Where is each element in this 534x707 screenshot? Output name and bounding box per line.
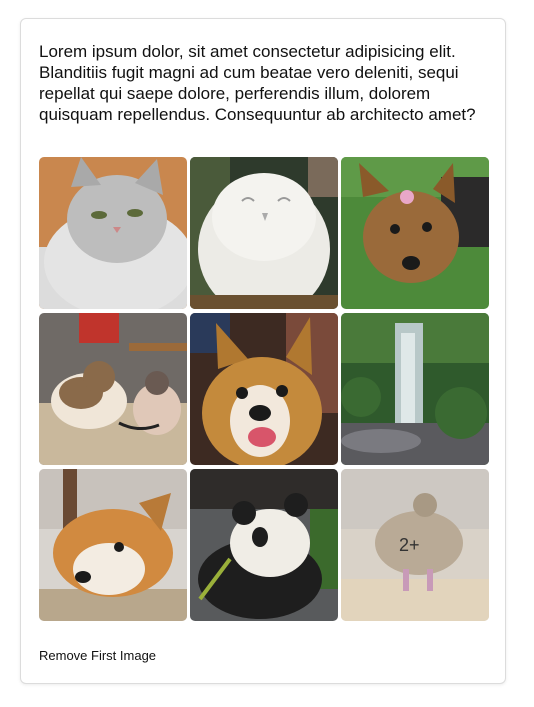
- image-duck[interactable]: 2+: [341, 469, 489, 621]
- image-yorkie[interactable]: [341, 157, 489, 309]
- image-gray-cat[interactable]: [39, 157, 187, 309]
- image-corgi-lying[interactable]: [39, 469, 187, 621]
- image-waterfall[interactable]: [341, 313, 489, 465]
- remove-first-image-button[interactable]: Remove First Image: [39, 648, 156, 663]
- image-white-owl[interactable]: [190, 157, 338, 309]
- image-two-cats[interactable]: [39, 313, 187, 465]
- image-panda[interactable]: [190, 469, 338, 621]
- description-text: Lorem ipsum dolor, sit amet consectetur …: [39, 42, 476, 124]
- duck-overlay-text: 2+: [399, 535, 420, 555]
- image-corgi-selfie[interactable]: [190, 313, 338, 465]
- gallery-card: Lorem ipsum dolor, sit amet consectetur …: [20, 18, 506, 684]
- image-grid: 2+: [39, 157, 489, 621]
